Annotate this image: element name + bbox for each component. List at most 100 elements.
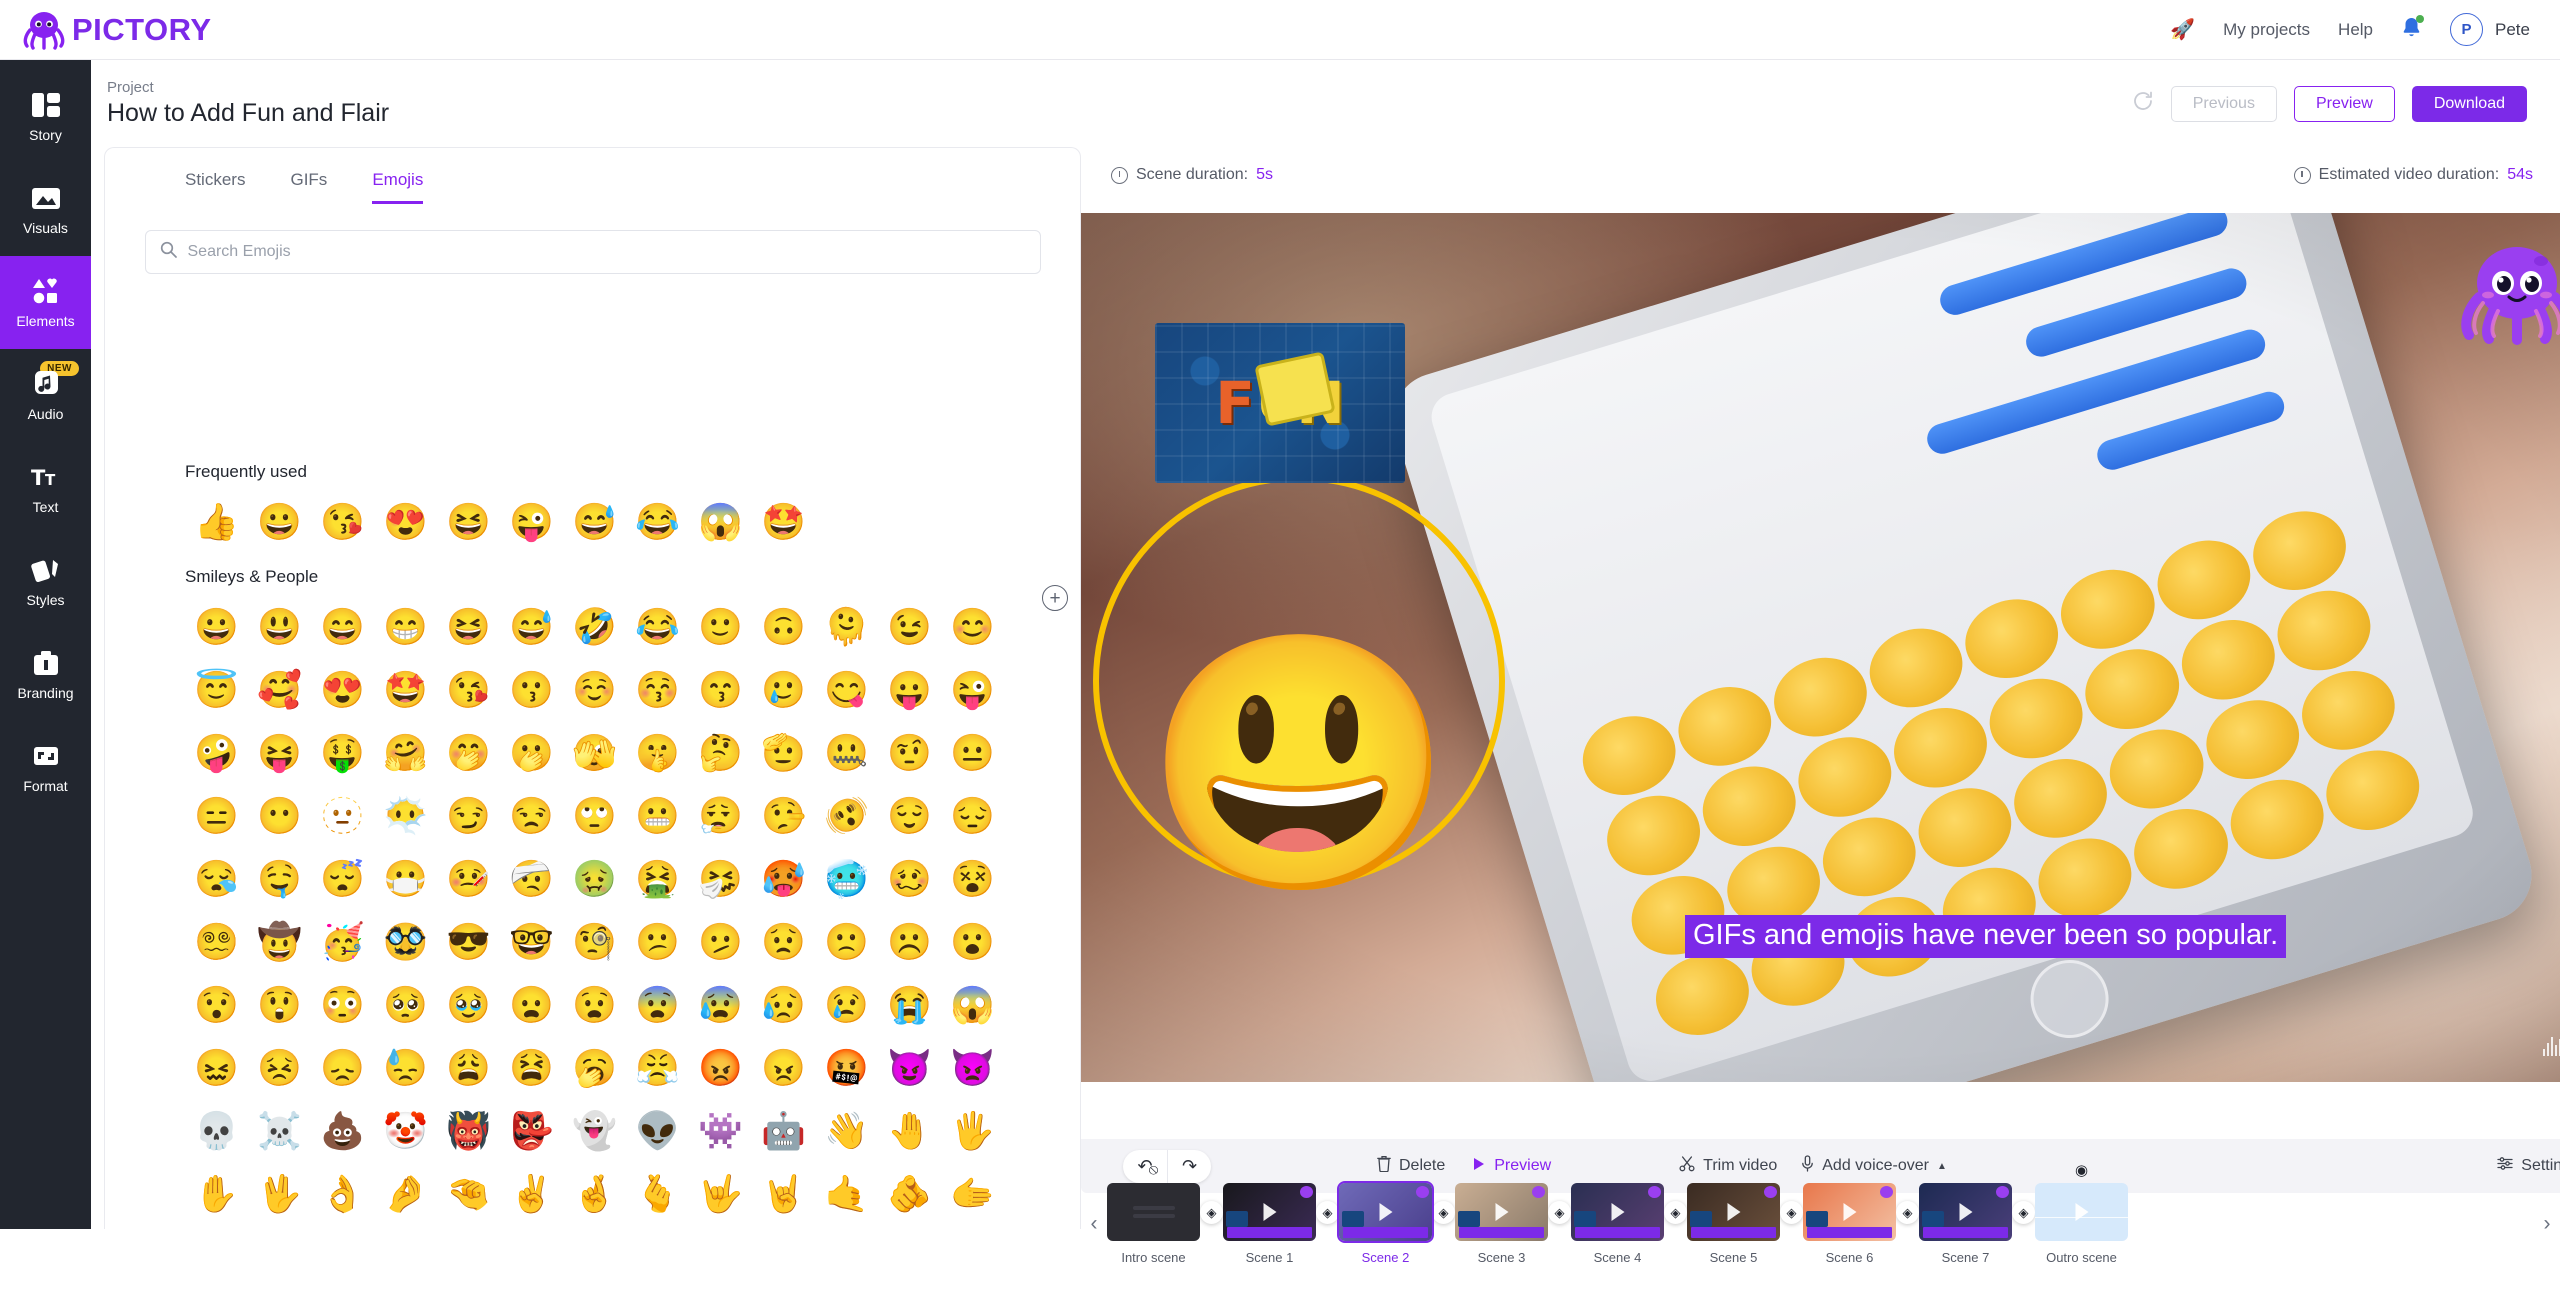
- emoji-item[interactable]: 😚: [626, 658, 689, 721]
- sidebar-item-visuals[interactable]: Visuals: [0, 163, 91, 256]
- video-preview-canvas[interactable]: 😃 F U N GIFs and emojis have never been …: [1081, 213, 2560, 1082]
- fun-gif-overlay[interactable]: F U N: [1155, 323, 1405, 483]
- emoji-item[interactable]: 😘: [311, 490, 374, 553]
- emoji-item[interactable]: 🤐: [815, 721, 878, 784]
- emoji-item[interactable]: 😖: [185, 1036, 248, 1099]
- emoji-item[interactable]: 😊: [941, 595, 1004, 658]
- emoji-item[interactable]: 😲: [248, 973, 311, 1036]
- emoji-item[interactable]: 🤫: [626, 721, 689, 784]
- sidebar-item-branding[interactable]: Branding: [0, 628, 91, 721]
- emoji-item[interactable]: 😉: [878, 595, 941, 658]
- my-projects-link[interactable]: My projects: [2223, 20, 2310, 40]
- play-icon[interactable]: [1843, 1203, 1856, 1221]
- eye-off-icon[interactable]: ⦸: [1149, 1161, 1159, 1178]
- play-icon[interactable]: [2075, 1203, 2088, 1221]
- timeline-scene[interactable]: Scene 4: [1571, 1183, 1664, 1265]
- emoji-item[interactable]: ☹️: [878, 910, 941, 973]
- emoji-item[interactable]: 😯: [185, 973, 248, 1036]
- emoji-item[interactable]: 👌: [311, 1162, 374, 1225]
- emoji-item[interactable]: 🫡: [752, 721, 815, 784]
- timeline-scene[interactable]: Scene 1: [1223, 1183, 1316, 1265]
- timeline-scene[interactable]: ◉ Outro scene: [2035, 1162, 2128, 1265]
- emoji-item[interactable]: 🤥: [752, 784, 815, 847]
- preview-button[interactable]: Preview: [2293, 85, 2395, 122]
- scene-thumbnail[interactable]: [1803, 1183, 1896, 1241]
- selected-element-ring[interactable]: 😃: [1093, 475, 1505, 889]
- emoji-item[interactable]: 🤭: [437, 721, 500, 784]
- emoji-item[interactable]: 🙂: [689, 595, 752, 658]
- emoji-item[interactable]: 🖕: [563, 1225, 626, 1229]
- emoji-item[interactable]: 😟: [752, 910, 815, 973]
- emoji-item[interactable]: 👻: [563, 1099, 626, 1162]
- tab-emojis[interactable]: Emojis: [372, 170, 424, 204]
- emoji-item[interactable]: 😴: [311, 847, 374, 910]
- emoji-item[interactable]: 😍: [374, 490, 437, 553]
- emoji-item[interactable]: 👽: [626, 1099, 689, 1162]
- emoji-item[interactable]: 😀: [248, 490, 311, 553]
- emoji-item[interactable]: 👋: [815, 1099, 878, 1162]
- emoji-item[interactable]: 💀: [185, 1099, 248, 1162]
- emoji-item[interactable]: 🤣: [563, 595, 626, 658]
- emoji-item[interactable]: 😜: [941, 658, 1004, 721]
- emoji-item[interactable]: 😆: [437, 490, 500, 553]
- add-scene-icon[interactable]: ◈: [1200, 1201, 1223, 1224]
- emoji-item[interactable]: 🫨: [815, 784, 878, 847]
- emoji-item[interactable]: 😑: [185, 784, 248, 847]
- add-scene-icon[interactable]: ◈: [2012, 1201, 2035, 1224]
- emoji-item[interactable]: 🤏: [437, 1162, 500, 1225]
- emoji-item[interactable]: 😅: [563, 490, 626, 553]
- timeline-scene[interactable]: Scene 3: [1455, 1183, 1548, 1265]
- notifications-bell-icon[interactable]: [2401, 14, 2425, 44]
- scene-thumbnail[interactable]: [1455, 1183, 1548, 1241]
- emoji-item[interactable]: 😱: [689, 490, 752, 553]
- emoji-item[interactable]: 💩: [311, 1099, 374, 1162]
- emoji-item[interactable]: 😩: [437, 1036, 500, 1099]
- emoji-item[interactable]: 🫱: [941, 1162, 1004, 1225]
- emoji-item[interactable]: 😮‍💨: [689, 784, 752, 847]
- add-scene-icon[interactable]: ◈: [1548, 1201, 1571, 1224]
- emoji-item[interactable]: 🤢: [563, 847, 626, 910]
- add-scene-icon[interactable]: ◈: [1316, 1201, 1339, 1224]
- emoji-item[interactable]: 👉: [437, 1225, 500, 1229]
- emoji-item[interactable]: 🤤: [248, 847, 311, 910]
- emoji-item[interactable]: 😮: [941, 910, 1004, 973]
- emoji-item[interactable]: 🤧: [689, 847, 752, 910]
- emoji-item[interactable]: 🥺: [374, 973, 437, 1036]
- add-scene-icon[interactable]: ◈: [1664, 1201, 1687, 1224]
- emoji-item[interactable]: 😂: [626, 595, 689, 658]
- emoji-item[interactable]: 😱: [941, 973, 1004, 1036]
- emoji-item[interactable]: 🤖: [752, 1099, 815, 1162]
- emoji-item[interactable]: 👿: [941, 1036, 1004, 1099]
- emoji-item[interactable]: 🥴: [878, 847, 941, 910]
- emoji-item[interactable]: 🫥: [311, 784, 374, 847]
- emoji-item[interactable]: 😀: [185, 595, 248, 658]
- emoji-item[interactable]: 🥶: [815, 847, 878, 910]
- emoji-item[interactable]: 🤟: [689, 1162, 752, 1225]
- emoji-item[interactable]: 😅: [500, 595, 563, 658]
- emoji-item[interactable]: 😃: [248, 595, 311, 658]
- emoji-item[interactable]: 🤡: [374, 1099, 437, 1162]
- emoji-item[interactable]: 😒: [500, 784, 563, 847]
- emoji-item[interactable]: 😬: [626, 784, 689, 847]
- emoji-item[interactable]: 😝: [248, 721, 311, 784]
- tab-stickers[interactable]: Stickers: [185, 170, 245, 204]
- emoji-item[interactable]: 😡: [689, 1036, 752, 1099]
- emoji-item[interactable]: 🤙: [815, 1162, 878, 1225]
- emoji-item[interactable]: 🤚: [878, 1099, 941, 1162]
- refresh-icon[interactable]: [2132, 90, 2154, 118]
- emoji-item[interactable]: ✋: [185, 1162, 248, 1225]
- emoji-item[interactable]: 😌: [878, 784, 941, 847]
- emoji-item[interactable]: 🫣: [563, 721, 626, 784]
- emoji-item[interactable]: 🫠: [815, 595, 878, 658]
- play-icon[interactable]: [1611, 1203, 1624, 1221]
- emoji-item[interactable]: 🤌: [374, 1162, 437, 1225]
- emoji-item[interactable]: 🤪: [185, 721, 248, 784]
- emoji-item[interactable]: 😠: [752, 1036, 815, 1099]
- timeline-prev-arrow[interactable]: ‹: [1081, 1212, 1107, 1236]
- add-scene-before-button[interactable]: +: [1042, 585, 1068, 611]
- emoji-item[interactable]: 😰: [689, 973, 752, 1036]
- subtitle-caption[interactable]: GIFs and emojis have never been so popul…: [1685, 915, 2287, 958]
- add-scene-icon[interactable]: ◈: [1896, 1201, 1919, 1224]
- emoji-item[interactable]: 🤩: [374, 658, 437, 721]
- emoji-item[interactable]: 🙁: [815, 910, 878, 973]
